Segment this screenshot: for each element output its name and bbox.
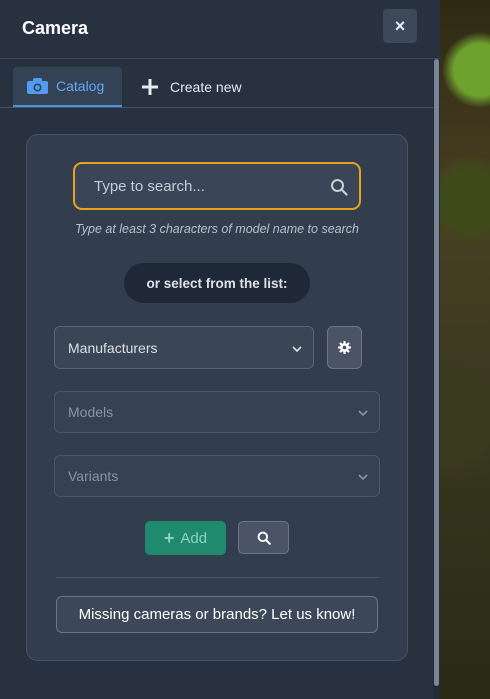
chevron-down-icon [358, 474, 368, 481]
tab-catalog[interactable]: Catalog [13, 67, 122, 107]
add-button-label: Add [180, 529, 208, 547]
variants-select[interactable]: Variants [54, 455, 380, 497]
tab-bar: Catalog Create new [0, 59, 433, 108]
background-photo [440, 0, 490, 699]
manufacturers-select[interactable]: Manufacturers [54, 326, 314, 369]
divider [56, 577, 379, 578]
search-button[interactable] [238, 521, 289, 554]
camera-panel: Camera × Catalog Create new Type to sear… [0, 0, 440, 699]
add-button[interactable]: + Add [145, 521, 226, 555]
manufacturer-settings-button[interactable] [327, 326, 362, 369]
missing-cameras-button[interactable]: Missing cameras or brands? Let us know! [56, 596, 378, 633]
plus-icon [142, 79, 158, 95]
search-icon [257, 531, 271, 545]
tab-catalog-label: Catalog [56, 78, 105, 94]
select-from-list-label: or select from the list: [124, 263, 310, 303]
manufacturers-select-value: Manufacturers [68, 339, 158, 356]
close-button[interactable]: × [383, 9, 417, 43]
tab-create-new[interactable]: Create new [141, 67, 242, 107]
scrollbar-thumb[interactable] [434, 59, 439, 686]
search-field[interactable] [73, 162, 361, 210]
camera-icon [27, 78, 48, 94]
panel-title: Camera [22, 18, 89, 38]
search-input[interactable] [92, 176, 316, 196]
search-icon [331, 179, 348, 196]
panel-header: Camera × [0, 0, 440, 59]
chevron-down-icon [292, 345, 302, 352]
search-hint: Type at least 3 characters of model name… [75, 222, 359, 236]
chevron-down-icon [358, 410, 368, 417]
tab-create-new-label: Create new [170, 79, 242, 95]
close-icon: × [394, 15, 406, 36]
models-select-value: Models [68, 404, 114, 420]
models-select[interactable]: Models [54, 391, 380, 433]
scrollbar[interactable] [433, 59, 440, 699]
add-icon: + [163, 527, 175, 548]
gear-icon [338, 341, 351, 354]
variants-select-value: Variants [68, 468, 119, 484]
